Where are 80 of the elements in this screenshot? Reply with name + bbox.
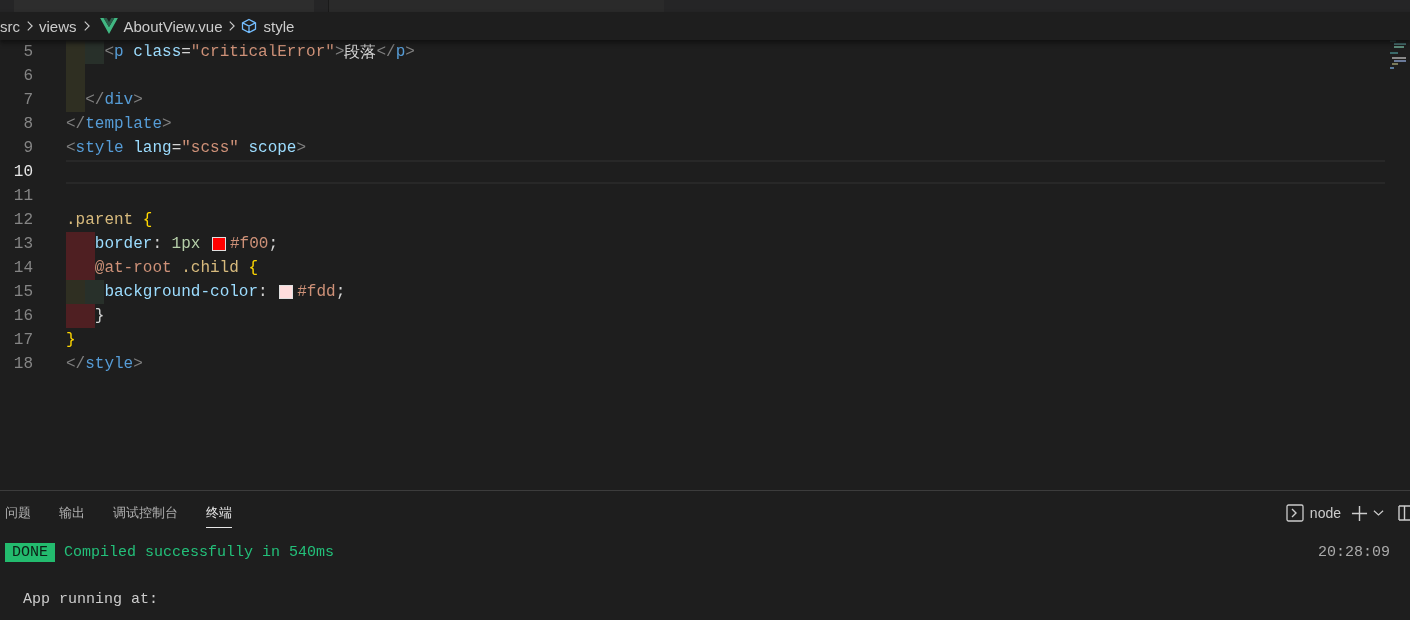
line-number: 13 [12,235,33,253]
string-value: #f00 [230,235,269,253]
panel-tab[interactable]: 调试控制台 [113,498,178,528]
tag-name: p [395,43,406,61]
code-text: = [181,43,191,61]
vue-icon [99,18,118,34]
caret-icon[interactable] [1373,509,1384,517]
tag-bracket: > [334,43,345,61]
tag-bracket: </ [66,115,86,133]
chevron-icon [82,20,90,32]
terminal-output: Compiled successfully in 540ms [64,543,335,561]
line-number: 7 [22,91,33,109]
string-value: "scss" [181,139,239,157]
brace: { [141,211,153,229]
line-number: 16 [12,307,33,325]
line-number: 12 [12,211,33,229]
panel-tab[interactable]: 问题 [5,498,31,528]
line-number: 6 [22,67,33,85]
string-value: #fdd [297,283,336,301]
panel-tab[interactable]: 输出 [59,498,85,528]
done-badge: DONE [5,542,55,562]
tag-bracket: </ [376,43,396,61]
number-value: 1px [171,235,201,253]
brace: } [66,331,76,349]
tag-name: div [104,91,134,109]
code-text: ; [335,283,346,301]
line-number: 9 [22,139,33,157]
cube-icon [241,18,258,34]
tag-bracket: > [162,115,172,133]
code-text: : [152,235,163,253]
line-number: 10 [12,163,33,181]
tag-bracket: < [104,43,114,61]
line-number: 11 [12,187,33,205]
breadcrumb-item[interactable]: style [263,17,295,35]
string-value: "criticalError" [190,43,335,61]
code-text: } [94,307,105,325]
tag-name: template [85,115,162,133]
color-swatch[interactable] [279,285,294,299]
panel-tab[interactable]: 终端 [206,498,232,528]
code-text: = [171,139,182,157]
line-number: 15 [12,283,33,301]
tag-bracket: </ [85,91,105,109]
tag-name: p [114,43,124,61]
line-number: 8 [22,115,33,133]
color-swatch[interactable] [212,237,226,251]
timestamp: 20:28:09 [1318,543,1390,561]
code-text: : [258,283,268,301]
line-number: 17 [12,331,33,349]
breadcrumb-item[interactable]: AboutView.vue [123,17,223,35]
breadcrumb-item[interactable]: views [39,17,77,35]
code-text: ; [268,235,279,253]
plus-icon[interactable] [1351,504,1368,522]
line-number: 5 [22,43,33,61]
css-selector: .child [180,259,239,277]
attribute-name: scope [247,139,297,157]
line-number: 18 [12,355,33,373]
tag-name: style [75,139,124,157]
line-number: 14 [12,259,33,277]
css-property: background-color [104,283,259,301]
code-text: 段落 [344,42,377,63]
css-property: border [94,235,153,253]
attribute-name: class [132,43,182,61]
brace: { [247,259,259,277]
terminal-icon [1285,504,1304,522]
tag-name: style [85,355,134,373]
tag-bracket: > [133,91,143,109]
chevron-icon [228,20,236,32]
terminal-name[interactable]: node [1309,505,1341,521]
terminal-output: App running at: [22,591,159,608]
tag-bracket: < [66,139,76,157]
split-icon[interactable] [1398,505,1410,521]
css-selector: .parent [66,211,134,229]
tag-bracket: > [405,43,415,61]
tag-bracket: </ [66,355,86,373]
tag-bracket: > [133,355,143,373]
attribute-name: lang [132,139,172,157]
at-rule: @at-root [94,259,172,277]
breadcrumb-item[interactable]: src [0,17,20,35]
chevron-icon [26,20,33,32]
tag-bracket: > [296,139,307,157]
